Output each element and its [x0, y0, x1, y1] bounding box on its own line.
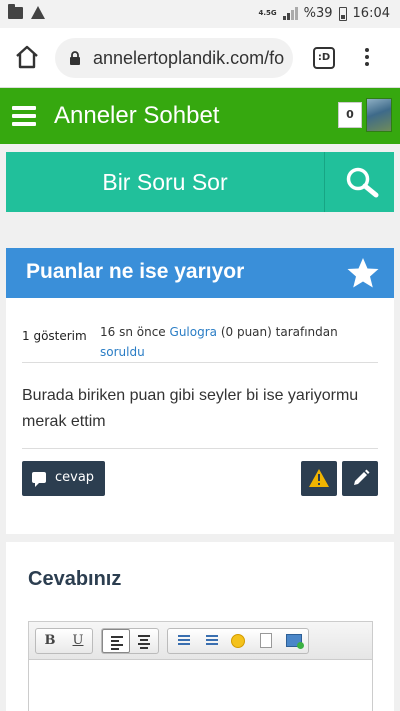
user-avatar[interactable]: [366, 98, 392, 132]
time-ago: 16 sn önce: [100, 325, 166, 339]
numbered-list-icon: [178, 635, 190, 647]
home-icon: [16, 45, 38, 69]
question-title: Puanlar ne ise yarıyor: [26, 260, 245, 283]
answer-editor[interactable]: B U: [28, 621, 373, 711]
smiley-icon: [231, 634, 245, 648]
ask-question-button[interactable]: Bir Soru Sor: [6, 152, 324, 212]
format-group: B U: [35, 628, 93, 654]
align-center-button[interactable]: [130, 629, 158, 653]
question-meta: 16 sn önce Gulogra (0 puan) tarafından s…: [100, 322, 380, 362]
document-icon: [260, 633, 272, 648]
insert-group: [167, 628, 309, 654]
clock: 16:04: [352, 6, 390, 21]
divider: [22, 362, 378, 363]
status-bar: 4.5G %39 16:04: [0, 0, 400, 28]
answer-form: Cevabınız B U: [6, 542, 394, 711]
site-header: Anneler Sohbet 0: [0, 88, 400, 144]
divider: [22, 448, 378, 449]
folder-icon: [8, 3, 23, 19]
browser-menu-button[interactable]: [360, 45, 374, 71]
edit-button[interactable]: [342, 461, 378, 496]
author-points: (0 puan): [220, 325, 272, 339]
report-button[interactable]: [301, 461, 337, 496]
view-count: 1 gösterim: [22, 329, 87, 343]
comment-icon: [32, 472, 46, 487]
numbered-list-button[interactable]: [168, 629, 196, 653]
star-icon: [347, 258, 379, 288]
battery-percent: %39: [303, 6, 333, 21]
bullet-list-icon: [206, 635, 218, 647]
emoji-button[interactable]: [224, 629, 252, 653]
search-button[interactable]: [324, 152, 394, 212]
user-points-badge[interactable]: 0: [338, 102, 362, 128]
tab-switcher-button[interactable]: :D: [313, 47, 335, 69]
asked-link[interactable]: soruldu: [100, 345, 145, 359]
author-link[interactable]: Gulogra: [170, 325, 217, 339]
image-icon: [286, 634, 304, 649]
question-card: 1 gösterim 16 sn önce Gulogra (0 puan) t…: [6, 298, 394, 534]
url-text: annelertoplandik.com/fo: [93, 48, 285, 68]
search-icon: [346, 167, 379, 198]
paste-text-button[interactable]: [252, 629, 280, 653]
align-left-button[interactable]: [102, 629, 130, 653]
pencil-icon: [354, 469, 370, 485]
site-title[interactable]: Anneler Sohbet: [54, 102, 219, 130]
answer-button[interactable]: cevap: [22, 461, 105, 496]
align-group: [101, 628, 159, 654]
underline-button[interactable]: U: [64, 629, 92, 653]
more-vert-icon: [365, 48, 369, 52]
align-center-icon: [138, 635, 150, 651]
hamburger-menu-button[interactable]: [12, 106, 36, 126]
favorite-button[interactable]: [346, 256, 380, 290]
answer-form-title: Cevabınız: [28, 568, 122, 590]
bold-button[interactable]: B: [36, 629, 64, 653]
network-type: 4.5G: [258, 9, 277, 17]
warning-icon: [309, 469, 329, 487]
browser-toolbar: annelertoplandik.com/fo :D: [0, 28, 400, 88]
bullet-list-button[interactable]: [196, 629, 224, 653]
warning-notification-icon: [31, 6, 45, 19]
ask-bar: Bir Soru Sor: [6, 152, 394, 212]
question-header: Puanlar ne ise yarıyor: [6, 248, 394, 298]
insert-image-button[interactable]: [280, 629, 308, 653]
battery-icon: [338, 6, 347, 21]
lock-icon: [70, 51, 80, 65]
align-left-icon: [111, 636, 123, 652]
answer-button-label: cevap: [55, 470, 95, 485]
question-body: Burada biriken puan gibi seyler bi ise y…: [22, 387, 359, 430]
signal-icon: [282, 7, 298, 20]
home-button[interactable]: [14, 44, 40, 70]
by-text: tarafından: [275, 325, 338, 339]
editor-toolbar: B U: [29, 622, 372, 660]
url-bar[interactable]: annelertoplandik.com/fo: [55, 38, 293, 78]
